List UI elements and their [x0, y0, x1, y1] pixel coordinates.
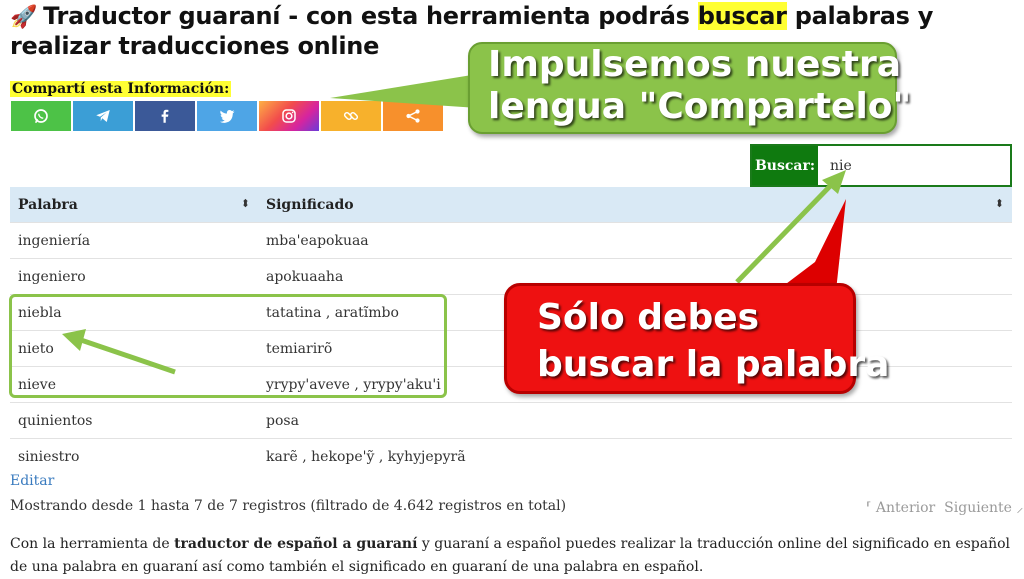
share-callout-text: Impulsemos nuestra lengua "Compartelo": [488, 44, 911, 128]
share-callout-line2: lengua "Compartelo": [488, 86, 912, 127]
search-callout-line2: buscar la palabra: [537, 344, 890, 385]
green-callout-tail: [330, 74, 478, 108]
share-callout: Impulsemos nuestra lengua "Compartelo": [468, 42, 911, 134]
search-callout: Sólo debes buscar la palabra: [504, 283, 889, 394]
share-callout-line1: Impulsemos nuestra: [488, 44, 902, 85]
search-callout-text: Sólo debes buscar la palabra: [537, 294, 889, 388]
search-callout-line1: Sólo debes: [537, 297, 760, 338]
results-highlight-frame: [9, 294, 447, 398]
